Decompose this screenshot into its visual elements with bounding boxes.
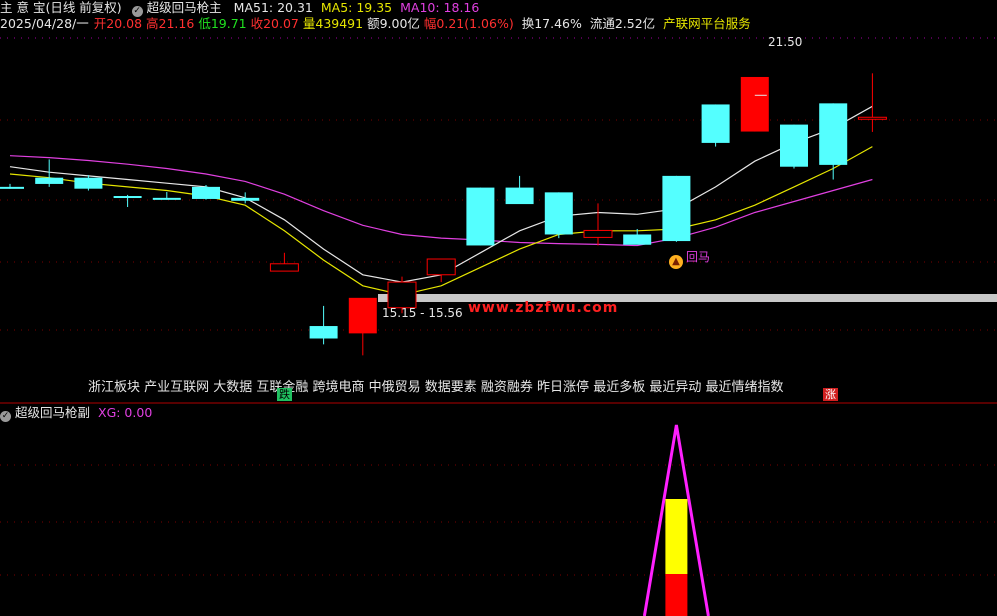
xg-bar-bottom — [665, 574, 688, 616]
candle-body — [740, 76, 769, 132]
candle-body — [426, 258, 456, 276]
chart-root: 主 意 宝(日线 前复权) ✓ 超级回马枪主 MA51: 20.31 MA5: 1… — [0, 0, 997, 616]
candle-body — [662, 175, 691, 242]
xg-bar-top — [665, 499, 688, 574]
candle-body — [231, 197, 260, 201]
candle-body — [857, 116, 887, 120]
candle-body — [583, 229, 613, 238]
signal-label: 回马 — [686, 250, 711, 264]
candle-body — [192, 186, 220, 199]
concept-tags: 浙江板块 产业互联网 大数据 互联金融 跨境电商 中俄贸易 数据要素 融资融券 … — [88, 380, 784, 395]
signal-icon: ▲ — [669, 255, 683, 269]
candle-body — [74, 177, 103, 189]
ma5-line — [9, 105, 873, 283]
candle-body — [269, 263, 299, 272]
candle-body — [780, 124, 808, 167]
candle-body — [152, 197, 181, 200]
candle-body — [505, 187, 534, 205]
candle-body — [819, 103, 848, 165]
candle-body — [466, 187, 495, 246]
candle-body — [544, 192, 573, 235]
watermark: www.zbzfwu.com — [468, 300, 619, 316]
zhang-marker: 涨 — [823, 388, 838, 401]
candle-body — [113, 196, 142, 199]
candle-body — [623, 234, 652, 245]
low-price-label: 15.15 - 15.56 — [382, 306, 463, 320]
high-price-label: 21.50 — [768, 35, 803, 49]
candle-body — [348, 297, 377, 334]
candle-body — [35, 177, 64, 184]
candle-body — [387, 281, 417, 309]
candle-body — [0, 186, 24, 189]
die-marker: 跌 — [277, 388, 292, 401]
candle-body — [701, 104, 730, 143]
candle-body — [309, 326, 338, 339]
